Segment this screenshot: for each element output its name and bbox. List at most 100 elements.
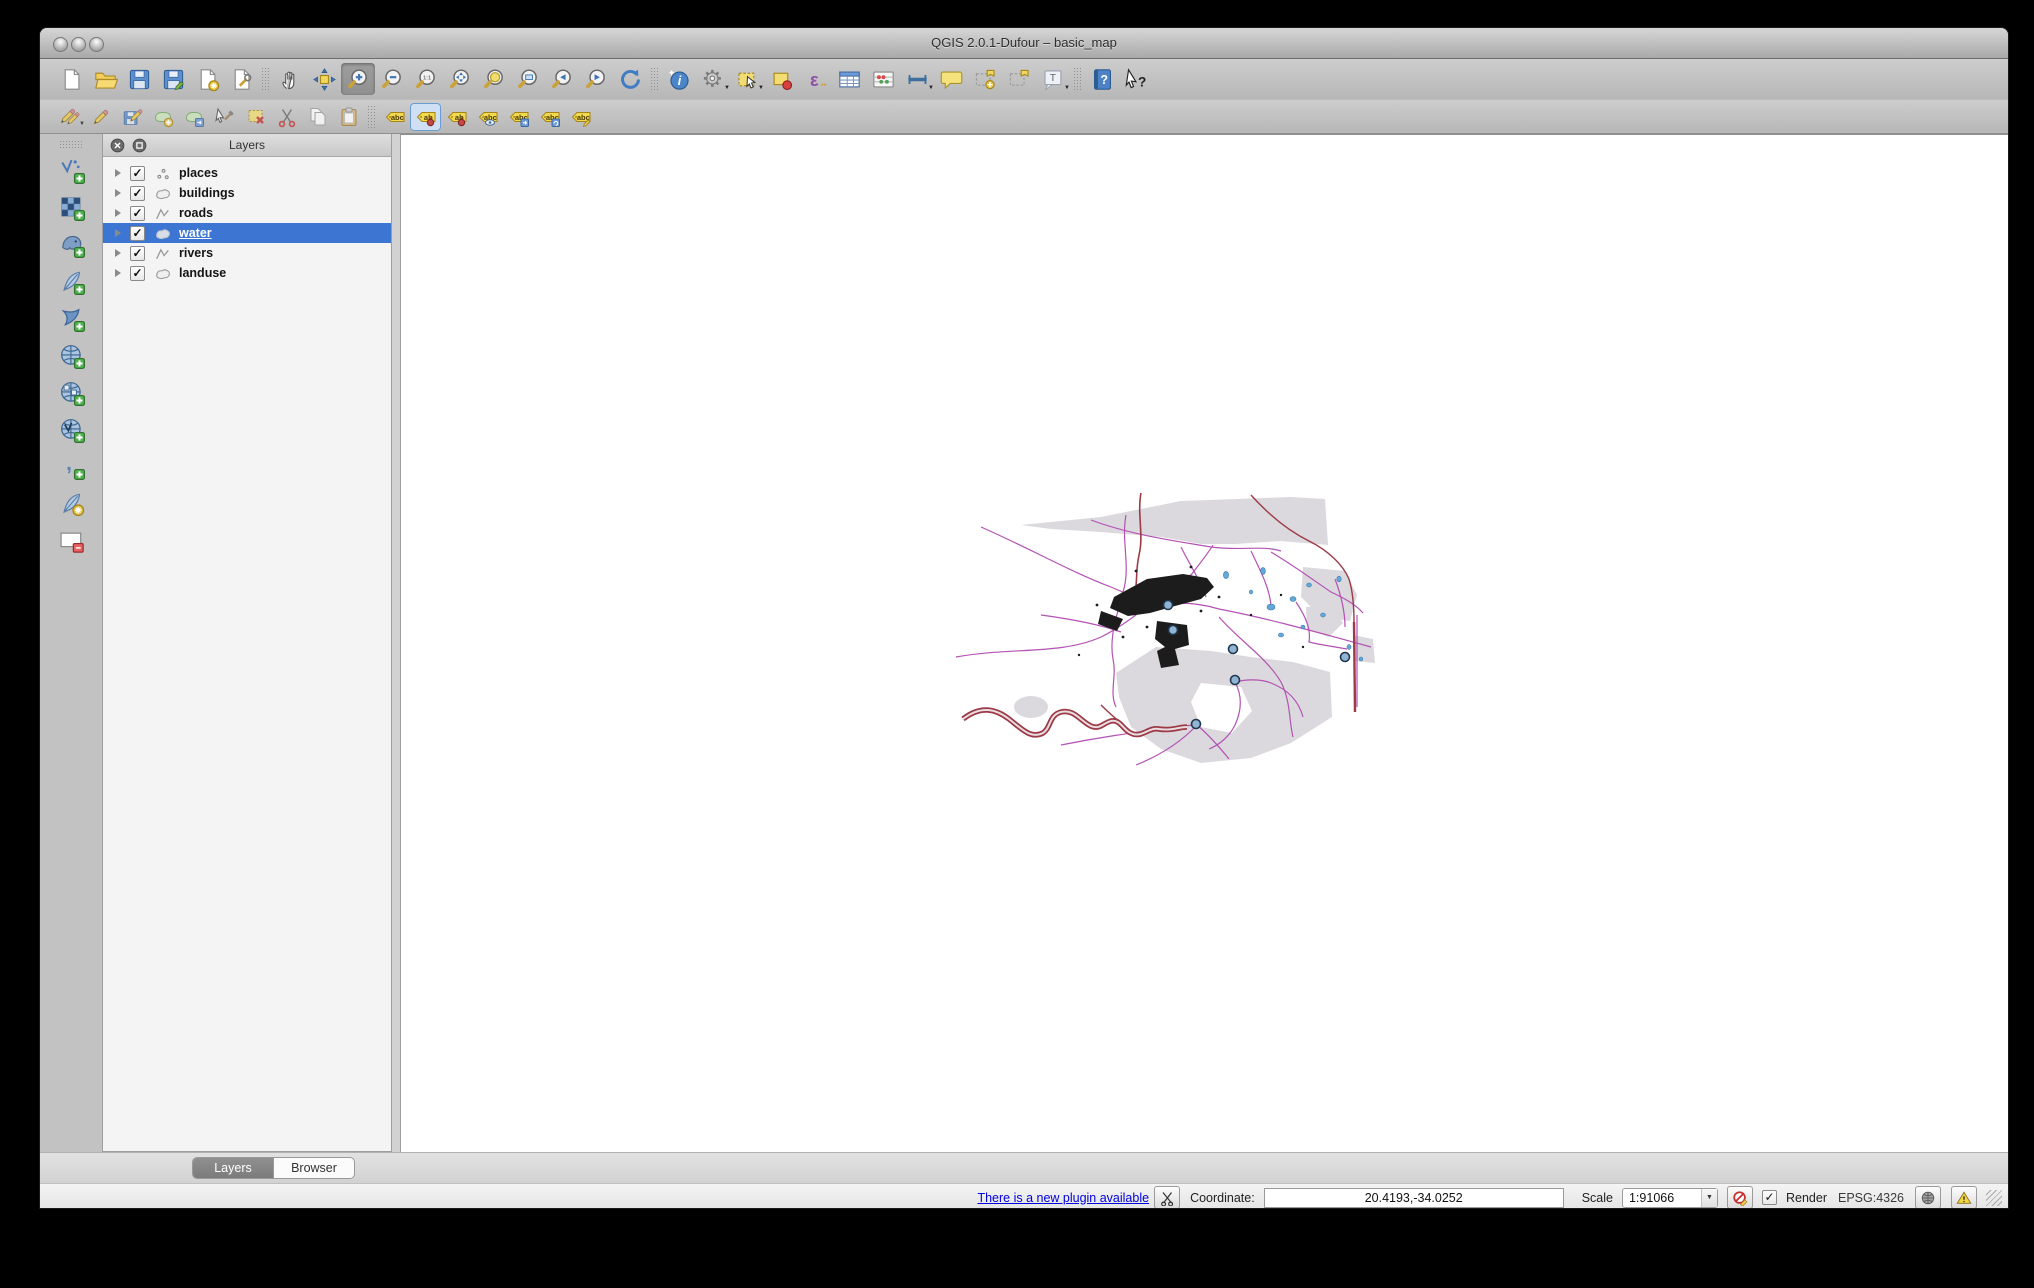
- toggle-editing-icon[interactable]: [85, 103, 116, 131]
- text-annotation-icon[interactable]: T▼: [1036, 63, 1070, 95]
- layer-label[interactable]: landuse: [179, 266, 226, 280]
- layer-label[interactable]: roads: [179, 206, 213, 220]
- panel-tab-layers[interactable]: Layers: [193, 1158, 273, 1178]
- dropdown-arrow-icon[interactable]: ▼: [1064, 85, 1070, 91]
- expand-triangle-icon[interactable]: [115, 269, 121, 277]
- save-icon[interactable]: [122, 63, 156, 95]
- label-change-icon[interactable]: abc: [565, 103, 596, 131]
- node-tool-icon[interactable]: [209, 103, 240, 131]
- coordinate-input[interactable]: 20.4193,-34.0252: [1264, 1188, 1564, 1208]
- layer-label[interactable]: places: [179, 166, 218, 180]
- add-raster-layer-icon[interactable]: [52, 190, 90, 224]
- save-edits-icon[interactable]: [116, 103, 147, 131]
- panel-tab-browser[interactable]: Browser: [273, 1158, 354, 1178]
- zoom-last-icon[interactable]: [545, 63, 579, 95]
- zoom-to-selection-icon[interactable]: [477, 63, 511, 95]
- calculator-icon[interactable]: [866, 63, 900, 95]
- plugin-icon[interactable]: [1154, 1186, 1180, 1208]
- select-features-icon[interactable]: ▼: [730, 63, 764, 95]
- resize-grip[interactable]: [1986, 1190, 2002, 1206]
- field-calculator-icon[interactable]: ε: [798, 63, 832, 95]
- zoom-in-icon[interactable]: [341, 63, 375, 95]
- expand-triangle-icon[interactable]: [115, 189, 121, 197]
- add-wms-layer-icon[interactable]: [52, 338, 90, 372]
- zoom-next-icon[interactable]: [579, 63, 613, 95]
- scale-combo[interactable]: 1:91066 ▼: [1622, 1188, 1718, 1208]
- label-options-icon[interactable]: abc: [379, 103, 410, 131]
- new-composer-icon[interactable]: [190, 63, 224, 95]
- title-bar[interactable]: QGIS 2.0.1-Dufour – basic_map: [40, 28, 2008, 59]
- layer-visibility-checkbox[interactable]: ✓: [130, 206, 145, 221]
- zoom-native-icon[interactable]: 1:1: [409, 63, 443, 95]
- new-plugin-link[interactable]: There is a new plugin available: [977, 1191, 1149, 1205]
- expand-triangle-icon[interactable]: [115, 229, 121, 237]
- crs-globe-icon[interactable]: [1915, 1186, 1941, 1208]
- pan-to-selection-icon[interactable]: [307, 63, 341, 95]
- measure-icon[interactable]: ▼: [900, 63, 934, 95]
- expand-triangle-icon[interactable]: [115, 249, 121, 257]
- layer-row-buildings[interactable]: ✓ buildings: [103, 183, 391, 203]
- label-move-icon[interactable]: abc: [503, 103, 534, 131]
- layer-label[interactable]: water: [179, 226, 212, 240]
- add-mssql-layer-icon[interactable]: [52, 301, 90, 335]
- expand-triangle-icon[interactable]: [115, 209, 121, 217]
- layer-row-water[interactable]: ✓ water: [103, 223, 391, 243]
- cut-features-icon[interactable]: [271, 103, 302, 131]
- deselect-features-icon[interactable]: [764, 63, 798, 95]
- map-tips-icon[interactable]: [934, 63, 968, 95]
- add-wfs-layer-icon[interactable]: [52, 412, 90, 446]
- move-feature-icon[interactable]: [178, 103, 209, 131]
- help-icon[interactable]: ?: [1085, 63, 1119, 95]
- add-vector-layer-icon[interactable]: [52, 153, 90, 187]
- expand-triangle-icon[interactable]: [115, 169, 121, 177]
- layer-row-rivers[interactable]: ✓ rivers: [103, 243, 391, 263]
- pan-hand-icon[interactable]: [273, 63, 307, 95]
- panel-splitter[interactable]: [392, 134, 400, 1152]
- label-pin-icon[interactable]: ab: [410, 103, 441, 131]
- layer-visibility-checkbox[interactable]: ✓: [130, 166, 145, 181]
- layer-visibility-checkbox[interactable]: ✓: [130, 186, 145, 201]
- new-spatialite-layer-icon[interactable]: [52, 486, 90, 520]
- identify-icon[interactable]: i: [662, 63, 696, 95]
- label-show-hide-icon[interactable]: abc: [472, 103, 503, 131]
- add-spatialite-layer-icon[interactable]: [52, 264, 90, 298]
- layer-visibility-checkbox[interactable]: ✓: [130, 266, 145, 281]
- new-shapefile-layer-icon[interactable]: [52, 523, 90, 557]
- zoom-out-icon[interactable]: [375, 63, 409, 95]
- zoom-to-layer-icon[interactable]: [511, 63, 545, 95]
- bookmark-new-icon[interactable]: [968, 63, 1002, 95]
- layer-visibility-checkbox[interactable]: ✓: [130, 246, 145, 261]
- layer-label[interactable]: rivers: [179, 246, 213, 260]
- add-feature-icon[interactable]: [147, 103, 178, 131]
- paste-features-icon[interactable]: [333, 103, 364, 131]
- save-as-icon[interactable]: [156, 63, 190, 95]
- add-postgis-layer-icon[interactable]: [52, 227, 90, 261]
- current-edits-icon[interactable]: ▼: [54, 103, 85, 131]
- add-wcs-layer-icon[interactable]: [52, 375, 90, 409]
- layer-row-places[interactable]: ✓ places: [103, 163, 391, 183]
- scale-dropdown-icon[interactable]: ▼: [1701, 1189, 1717, 1207]
- whats-this-icon[interactable]: ?: [1119, 63, 1153, 95]
- bookmark-show-icon[interactable]: [1002, 63, 1036, 95]
- folder-open-icon[interactable]: [88, 63, 122, 95]
- attribute-table-icon[interactable]: [832, 63, 866, 95]
- stop-render-icon[interactable]: [1727, 1186, 1753, 1208]
- composer-manager-icon[interactable]: [224, 63, 258, 95]
- layer-visibility-checkbox[interactable]: ✓: [130, 226, 145, 241]
- map-canvas[interactable]: [400, 134, 2008, 1152]
- zoom-full-icon[interactable]: [443, 63, 477, 95]
- layer-row-roads[interactable]: ✓ roads: [103, 203, 391, 223]
- file-new-icon[interactable]: [54, 63, 88, 95]
- delete-selected-icon[interactable]: [240, 103, 271, 131]
- refresh-icon[interactable]: [613, 63, 647, 95]
- copy-features-icon[interactable]: [302, 103, 333, 131]
- toolbar-drag-handle[interactable]: [59, 140, 83, 149]
- label-highlight-pinned-icon[interactable]: ab: [441, 103, 472, 131]
- run-action-icon[interactable]: ▼: [696, 63, 730, 95]
- layer-label[interactable]: buildings: [179, 186, 235, 200]
- add-delimited-text-layer-icon[interactable]: ,: [52, 449, 90, 483]
- render-checkbox[interactable]: ✓: [1762, 1190, 1777, 1205]
- messages-warning-icon[interactable]: [1951, 1186, 1977, 1208]
- layer-row-landuse[interactable]: ✓ landuse: [103, 263, 391, 283]
- label-rotate-icon[interactable]: abc: [534, 103, 565, 131]
